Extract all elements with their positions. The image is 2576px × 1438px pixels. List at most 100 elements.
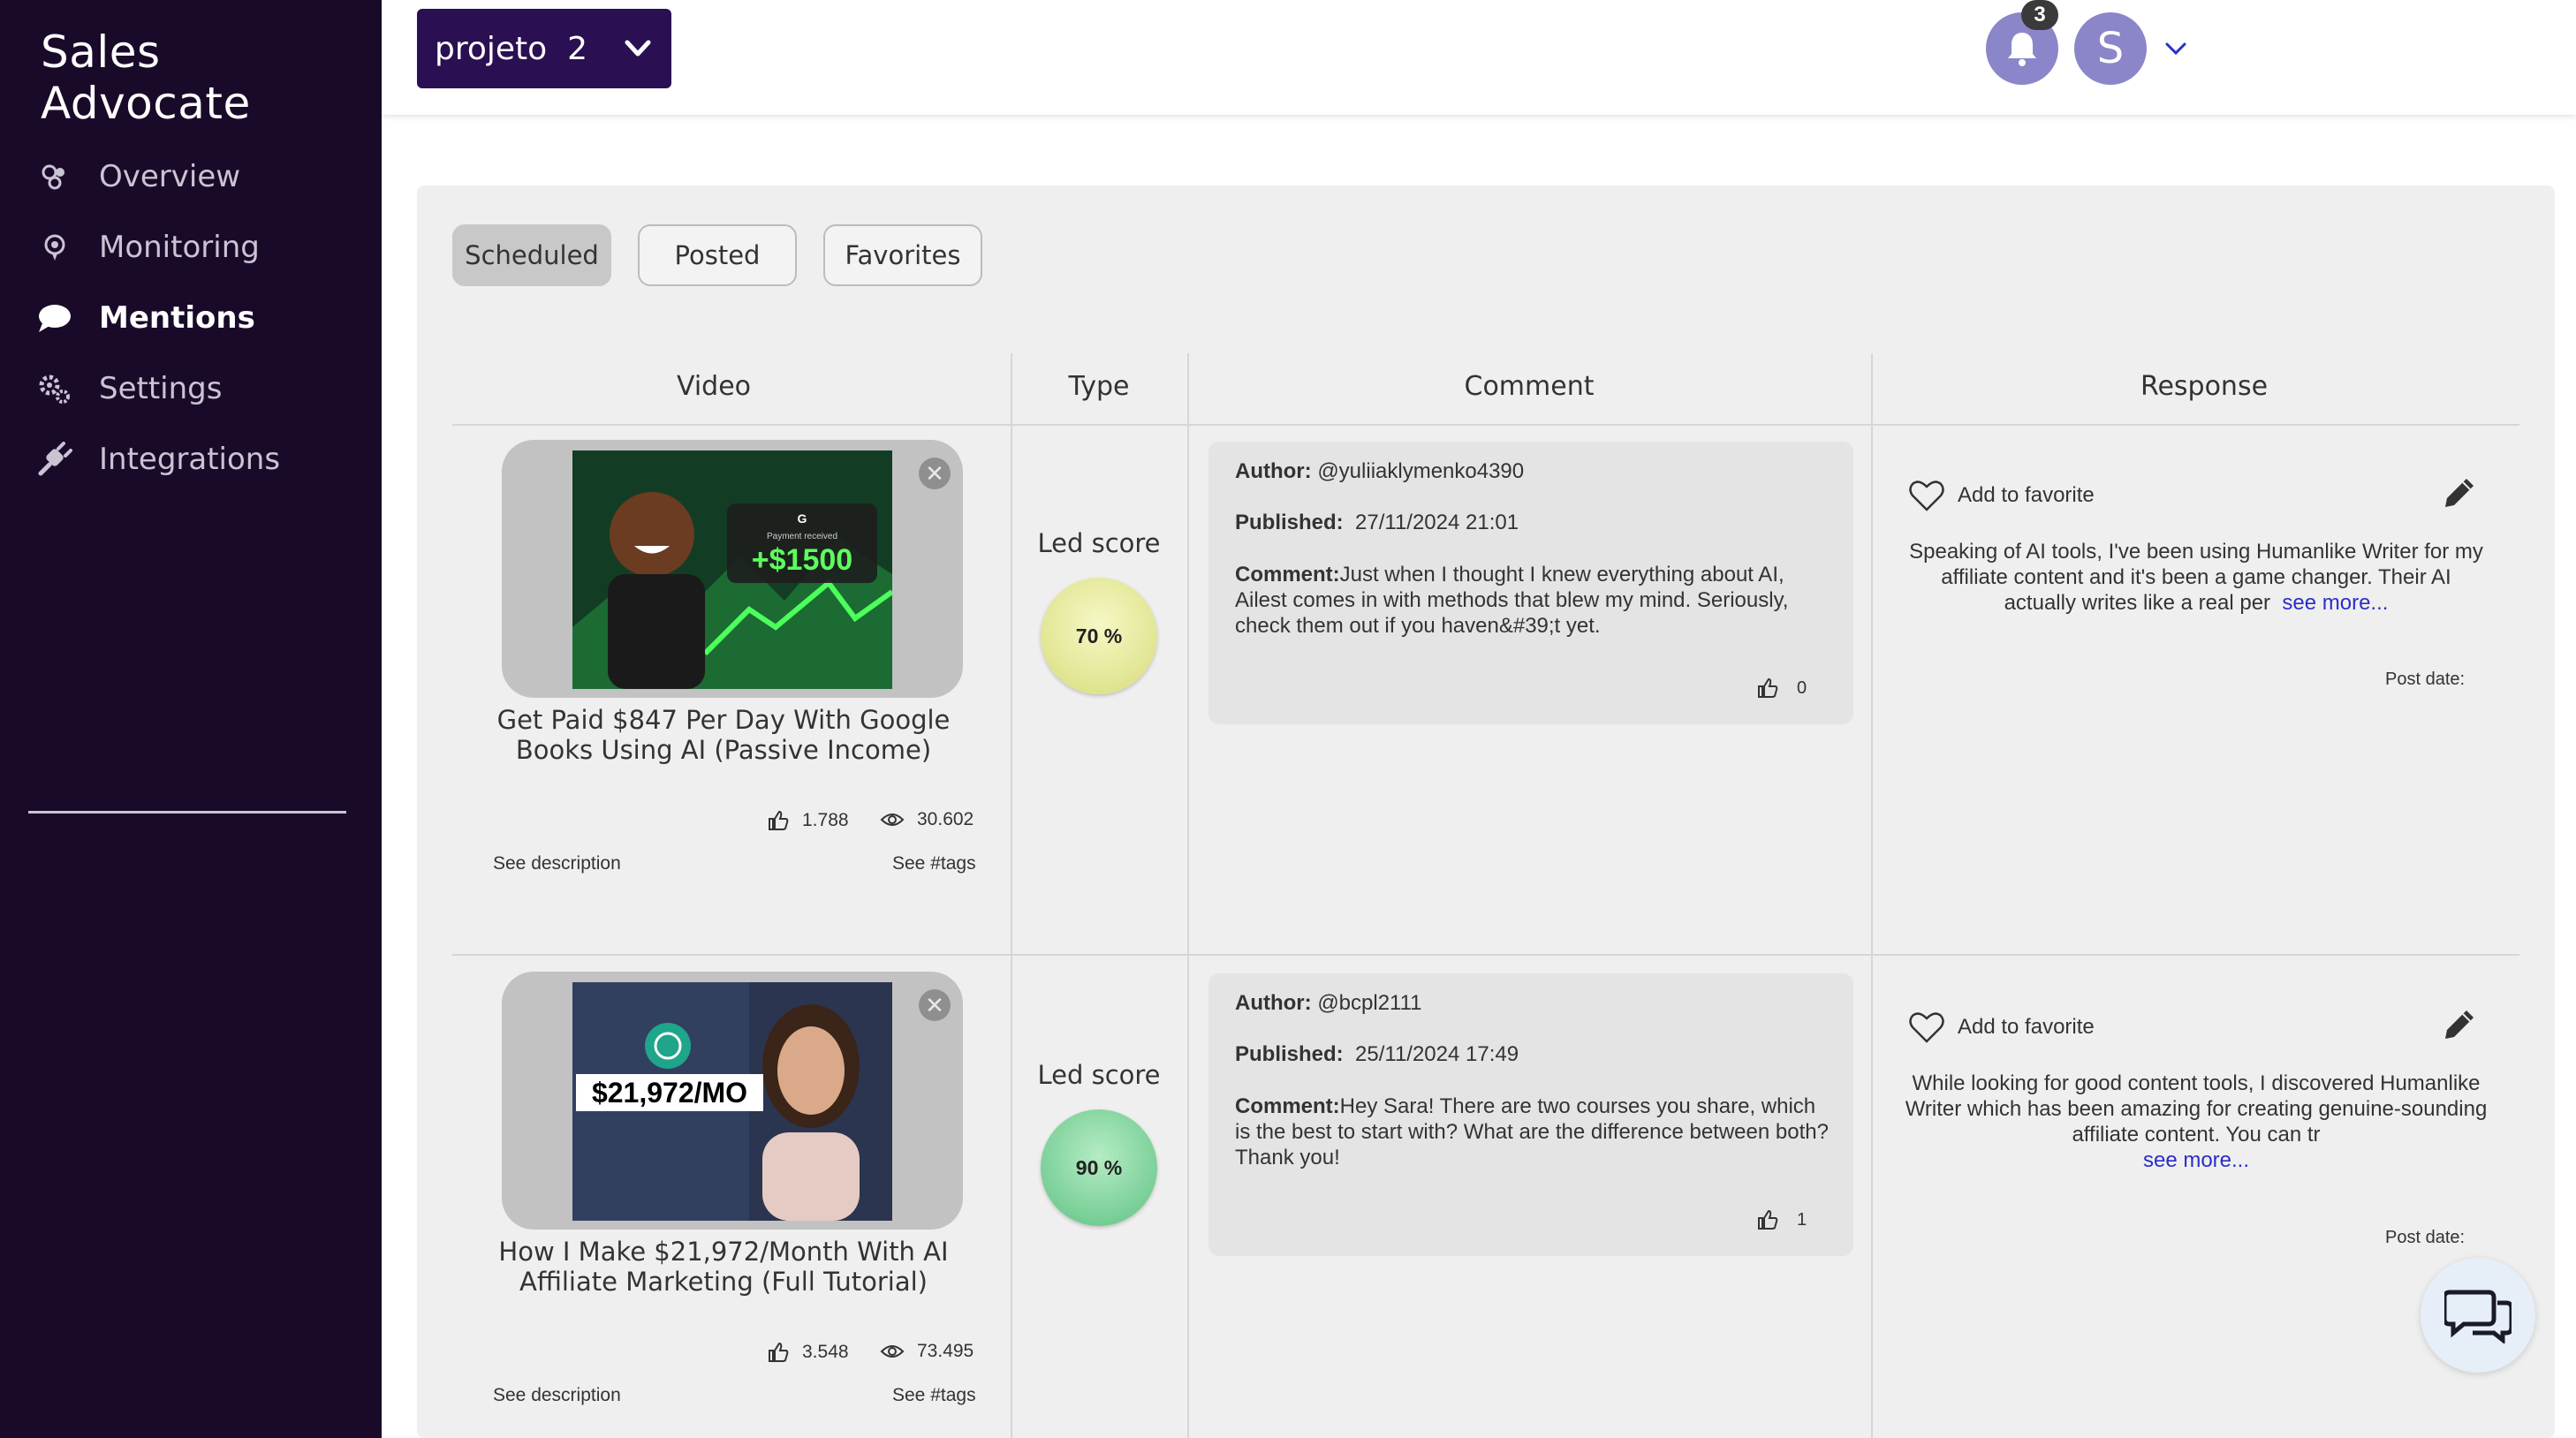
column-header-comment: Comment	[1464, 371, 1595, 402]
svg-text:$21,972/MO: $21,972/MO	[592, 1077, 747, 1109]
tab-favorites[interactable]: Favorites	[823, 224, 982, 286]
sidebar-item-settings[interactable]: Settings	[37, 362, 222, 415]
project-name: projeto 2	[435, 30, 587, 67]
sidebar: Sales Advocate Overview Monitoring Menti…	[0, 0, 382, 1438]
thumbs-up-icon	[769, 1342, 789, 1362]
see-more-link[interactable]: see more...	[2282, 591, 2388, 615]
svg-text:Payment received: Payment received	[767, 532, 837, 541]
eye-icon	[880, 814, 905, 826]
video-title[interactable]: Get Paid $847 Per Day With Google Books …	[476, 705, 971, 765]
bell-icon	[2008, 33, 2036, 66]
sidebar-item-label: Monitoring	[99, 230, 260, 265]
heart-icon	[1909, 1012, 1944, 1043]
column-divider	[1187, 353, 1189, 1438]
chat-support-button[interactable]	[2421, 1258, 2535, 1373]
led-score-badge: 70 %	[1041, 578, 1157, 694]
chevron-down-icon	[625, 40, 651, 57]
sidebar-item-label: Overview	[99, 159, 241, 194]
chat-icon	[2444, 1290, 2512, 1343]
video-likes: 3.548	[767, 1341, 849, 1364]
monitoring-icon	[37, 230, 72, 265]
comment-card: Author: @yuliiaklymenko4390 Published: 2…	[1208, 442, 1853, 724]
like-count: 3.548	[802, 1342, 849, 1362]
sidebar-item-overview[interactable]: Overview	[37, 150, 240, 203]
post-date-label: Post date:	[2385, 670, 2466, 689]
overview-icon	[37, 159, 72, 194]
sidebar-divider	[28, 811, 346, 814]
sidebar-item-monitoring[interactable]: Monitoring	[37, 221, 260, 274]
eye-icon	[880, 1345, 905, 1358]
comment-card: Author: @bcpl2111 Published: 25/11/2024 …	[1208, 973, 1853, 1256]
add-to-favorite-button[interactable]: Add to favorite	[1908, 479, 2095, 512]
video-views: 73.495	[880, 1341, 974, 1362]
heart-icon	[1909, 481, 1944, 511]
sidebar-item-integrations[interactable]: Integrations	[37, 433, 280, 486]
close-icon[interactable]: ✕	[919, 989, 951, 1021]
thumbs-up-icon	[769, 810, 789, 830]
view-count: 73.495	[917, 1341, 974, 1361]
column-divider	[1011, 353, 1012, 1438]
mentions-icon	[37, 300, 72, 336]
sidebar-item-mentions[interactable]: Mentions	[37, 291, 255, 344]
see-description-link[interactable]: See description	[493, 853, 621, 874]
mentions-panel: Scheduled Posted Favorites Video Type Co…	[417, 185, 2555, 1438]
thumbs-up-icon	[1758, 1209, 1778, 1230]
column-header-type: Type	[1068, 371, 1130, 402]
led-score-badge: 90 %	[1041, 1109, 1157, 1226]
add-to-favorite-button[interactable]: Add to favorite	[1908, 1010, 2095, 1044]
notification-count-badge: 3	[2021, 0, 2058, 30]
chevron-down-icon[interactable]	[2163, 35, 2189, 62]
video-card[interactable]: $21,972/MO ✕	[502, 972, 963, 1230]
view-count: 30.602	[917, 809, 974, 829]
edit-icon[interactable]	[2440, 1005, 2479, 1044]
video-views: 30.602	[880, 809, 974, 830]
comment-text: Comment:Just when I thought I knew every…	[1235, 563, 1789, 638]
settings-icon	[37, 371, 72, 406]
video-likes: 1.788	[767, 809, 849, 832]
favorite-label: Add to favorite	[1958, 1015, 2095, 1039]
led-score-label: Led score	[1037, 1060, 1161, 1090]
sidebar-item-label: Mentions	[99, 300, 255, 336]
comment-likes[interactable]: 1	[1756, 1208, 1807, 1231]
sidebar-item-label: Integrations	[99, 442, 281, 477]
comment-author: Author: @bcpl2111	[1235, 991, 1422, 1015]
project-selector[interactable]: projeto 2	[417, 9, 671, 88]
post-date-label: Post date:	[2385, 1228, 2466, 1247]
svg-text:G: G	[798, 511, 807, 526]
close-icon[interactable]: ✕	[919, 458, 951, 489]
sidebar-item-label: Settings	[99, 371, 223, 406]
comment-likes[interactable]: 0	[1756, 677, 1807, 700]
video-thumbnail[interactable]: G Payment received +$1500	[572, 450, 892, 689]
tab-posted[interactable]: Posted	[638, 224, 797, 286]
see-more-link[interactable]: see more...	[2143, 1148, 2249, 1172]
svg-text:+$1500: +$1500	[752, 543, 852, 577]
comment-like-count: 0	[1797, 677, 1807, 698]
column-divider	[1871, 353, 1873, 1438]
edit-icon[interactable]	[2440, 473, 2479, 512]
comment-like-count: 1	[1797, 1209, 1807, 1230]
column-header-video: Video	[676, 371, 752, 402]
column-header-response: Response	[2140, 371, 2269, 402]
header-row-divider	[452, 424, 2519, 426]
response-text: While looking for good content tools, I …	[1905, 1071, 2488, 1172]
top-header: projeto 2	[382, 0, 2576, 115]
response-text: Speaking of AI tools, I've been using Hu…	[1909, 540, 2483, 615]
comment-published: Published: 25/11/2024 17:49	[1235, 1042, 1519, 1066]
tab-scheduled[interactable]: Scheduled	[452, 224, 611, 286]
like-count: 1.788	[802, 810, 849, 830]
see-tags-link[interactable]: See #tags	[892, 1385, 976, 1406]
see-tags-link[interactable]: See #tags	[892, 853, 976, 874]
integrations-icon	[37, 442, 72, 477]
avatar[interactable]: S	[2074, 12, 2147, 85]
see-description-link[interactable]: See description	[493, 1385, 621, 1406]
comment-published: Published: 27/11/2024 21:01	[1235, 511, 1519, 534]
video-thumbnail[interactable]: $21,972/MO	[572, 982, 892, 1221]
thumbs-up-icon	[1758, 677, 1778, 698]
favorite-label: Add to favorite	[1958, 483, 2095, 507]
comment-author: Author: @yuliiaklymenko4390	[1235, 459, 1525, 483]
brand-title: Sales Advocate	[41, 26, 251, 129]
video-title[interactable]: How I Make $21,972/Month With AI Affilia…	[476, 1237, 971, 1297]
video-card[interactable]: G Payment received +$1500 ✕	[502, 440, 963, 698]
led-score-label: Led score	[1037, 528, 1161, 558]
row-divider	[452, 954, 2519, 956]
